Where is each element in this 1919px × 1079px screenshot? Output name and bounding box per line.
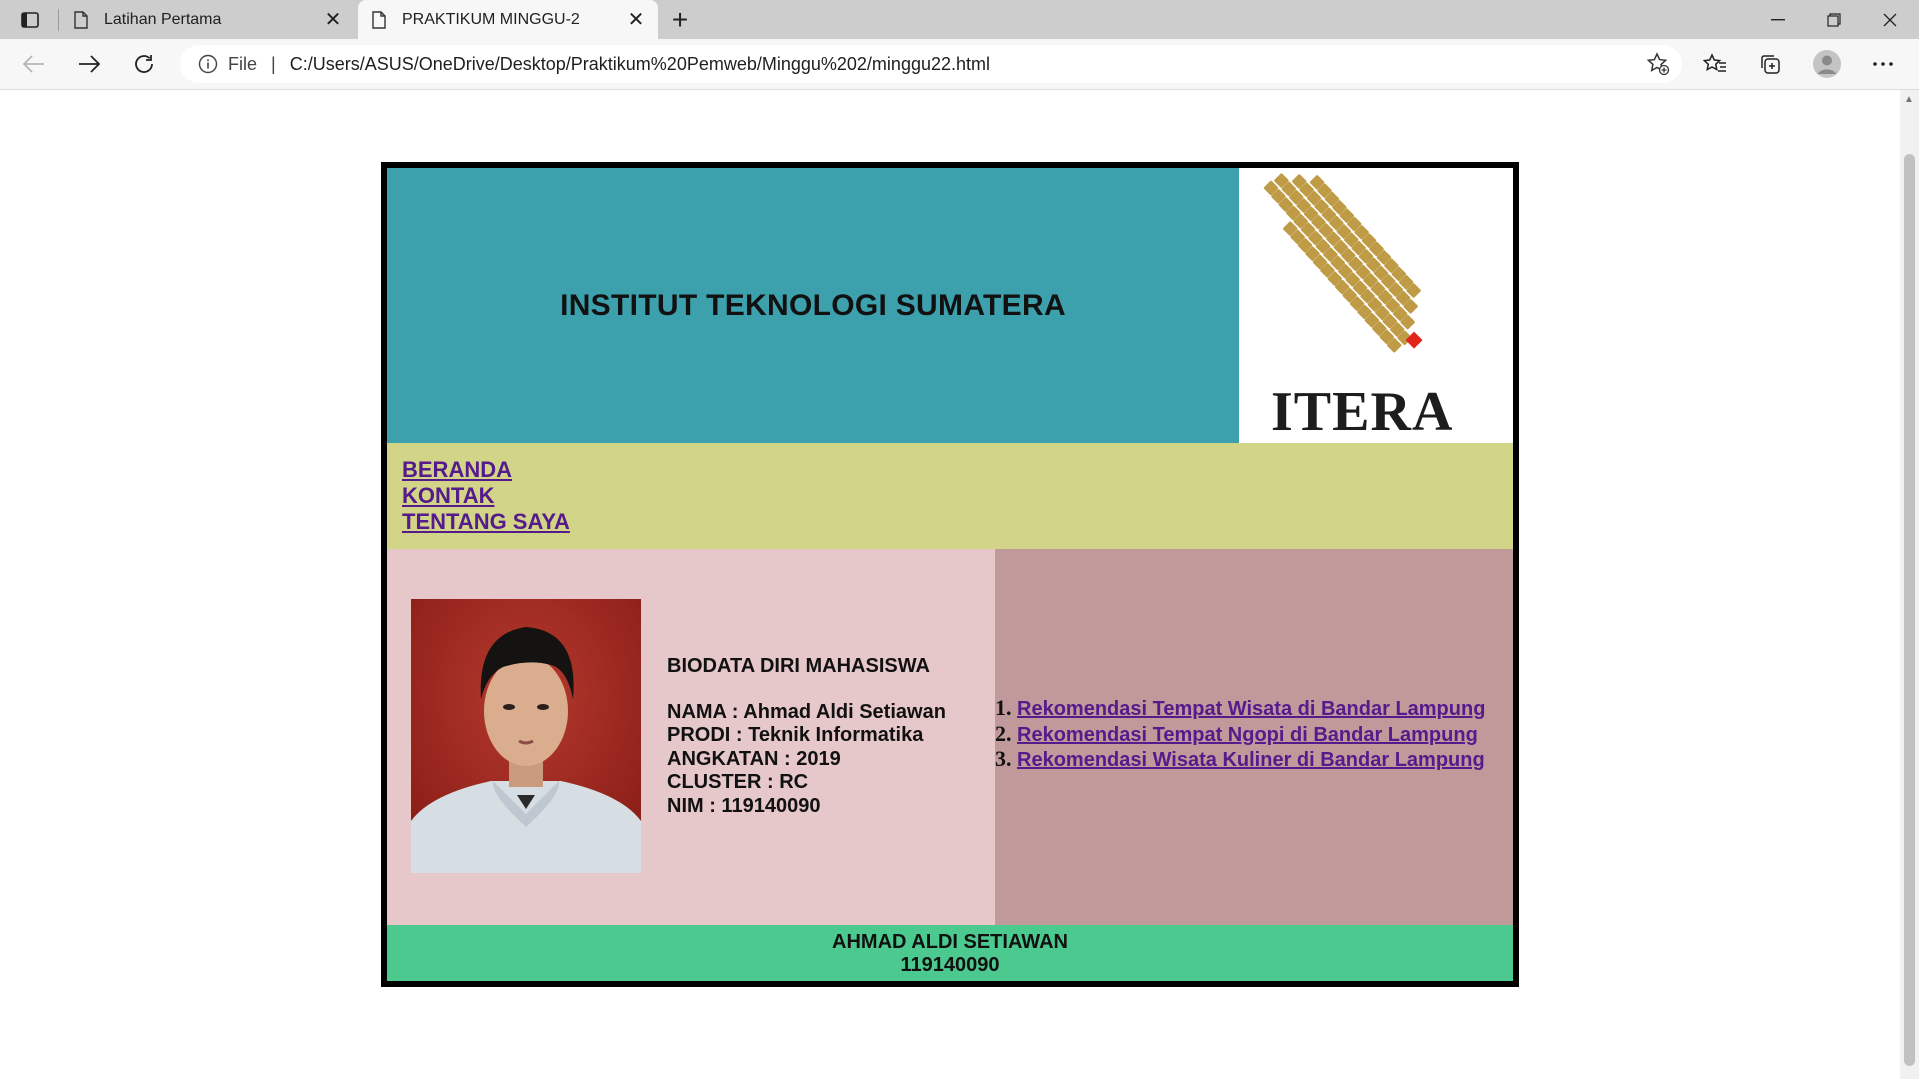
- refresh-icon[interactable]: [126, 47, 162, 81]
- scroll-thumb[interactable]: [1904, 154, 1915, 1066]
- list-item: Rekomendasi Tempat Wisata di Bandar Lamp…: [1017, 696, 1485, 722]
- more-icon[interactable]: [1865, 47, 1901, 81]
- nav-menu: BERANDA KONTAK TENTANG SAYA: [387, 443, 1513, 549]
- add-favorite-icon[interactable]: [1646, 52, 1670, 76]
- biodata-section: BIODATA DIRI MAHASISWA NAMA : Ahmad Aldi…: [387, 549, 995, 925]
- tab-title: PRAKTIKUM MINGGU-2: [402, 10, 580, 28]
- tab-latihan-pertama[interactable]: Latihan Pertama ✕: [60, 0, 355, 39]
- nav-link-beranda[interactable]: BERANDA: [402, 457, 512, 483]
- biodata-text: BIODATA DIRI MAHASISWA NAMA : Ahmad Aldi…: [667, 655, 946, 818]
- tab-actions-icon: [21, 12, 39, 28]
- address-bar[interactable]: File | C:/Users/ASUS/OneDrive/Desktop/Pr…: [180, 45, 1682, 83]
- page-icon: [372, 10, 386, 29]
- page-icon: [74, 10, 88, 29]
- tab-strip: Latihan Pertama ✕ PRAKTIKUM MINGGU-2 ✕ +: [0, 0, 1919, 39]
- footer-nim: 119140090: [900, 954, 1000, 976]
- forward-icon[interactable]: [71, 47, 107, 81]
- list-item: Rekomendasi Tempat Ngopi di Bandar Lampu…: [1017, 722, 1485, 748]
- bio-nama: NAMA : Ahmad Aldi Setiawan: [667, 700, 946, 723]
- collections-icon[interactable]: [1752, 47, 1788, 81]
- link-wisata[interactable]: Rekomendasi Tempat Wisata di Bandar Lamp…: [1017, 698, 1485, 720]
- browser-toolbar: File | C:/Users/ASUS/OneDrive/Desktop/Pr…: [0, 39, 1919, 90]
- footer: AHMAD ALDI SETIAWAN 119140090: [387, 925, 1513, 981]
- nav-link-kontak[interactable]: KONTAK: [402, 483, 494, 509]
- tab-praktikum-minggu-2[interactable]: PRAKTIKUM MINGGU-2 ✕: [358, 0, 658, 39]
- link-kuliner[interactable]: Rekomendasi Wisata Kuliner di Bandar Lam…: [1017, 749, 1485, 771]
- minimize-icon[interactable]: [1750, 0, 1806, 39]
- link-ngopi[interactable]: Rekomendasi Tempat Ngopi di Bandar Lampu…: [1017, 724, 1478, 746]
- page-viewport: INSTITUT TEKNOLOGI SUMATERA ITERA BERAND…: [0, 90, 1900, 1079]
- scroll-up-icon[interactable]: ▲: [1904, 94, 1914, 105]
- page-card: INSTITUT TEKNOLOGI SUMATERA ITERA BERAND…: [381, 162, 1519, 987]
- bio-angkatan: ANGKATAN : 2019: [667, 747, 841, 770]
- restore-icon[interactable]: [1806, 0, 1862, 39]
- itera-logo-mark: [1263, 173, 1423, 353]
- recommendation-list: Rekomendasi Tempat Wisata di Bandar Lamp…: [995, 696, 1485, 773]
- recommendation-section: Rekomendasi Tempat Wisata di Bandar Lamp…: [995, 549, 1513, 925]
- new-tab-icon[interactable]: +: [665, 4, 695, 35]
- address-separator: |: [271, 53, 276, 74]
- list-item: Rekomendasi Wisata Kuliner di Bandar Lam…: [1017, 747, 1485, 773]
- close-icon[interactable]: ✕: [319, 6, 347, 34]
- tab-title: Latihan Pertama: [104, 10, 222, 28]
- bio-nim: NIM : 119140090: [667, 794, 821, 817]
- bio-cluster: CLUSTER : RC: [667, 771, 809, 793]
- header-banner: INSTITUT TEKNOLOGI SUMATERA: [387, 168, 1239, 443]
- tab-actions-button[interactable]: [10, 6, 50, 34]
- favorites-icon[interactable]: [1697, 47, 1733, 81]
- itera-logo: ITERA: [1239, 168, 1513, 443]
- profile-photo: [411, 599, 641, 873]
- window-close-icon[interactable]: [1862, 0, 1918, 39]
- back-icon[interactable]: [16, 47, 52, 81]
- profile-icon[interactable]: [1809, 47, 1845, 81]
- url-text[interactable]: C:/Users/ASUS/OneDrive/Desktop/Praktikum…: [290, 54, 1646, 75]
- page-title: INSTITUT TEKNOLOGI SUMATERA: [560, 288, 1066, 322]
- footer-name: AHMAD ALDI SETIAWAN: [832, 931, 1068, 953]
- bio-prodi: PRODI : Teknik Informatika: [667, 724, 924, 746]
- tab-separator: [58, 9, 59, 31]
- info-icon[interactable]: [198, 54, 218, 74]
- close-icon[interactable]: ✕: [622, 6, 650, 34]
- nav-link-tentang-saya[interactable]: TENTANG SAYA: [402, 509, 570, 535]
- logo-text: ITERA: [1271, 381, 1454, 443]
- scheme-label: File: [228, 53, 258, 74]
- biodata-title: BIODATA DIRI MAHASISWA: [667, 655, 930, 677]
- vertical-scrollbar[interactable]: ▲: [1900, 90, 1919, 1079]
